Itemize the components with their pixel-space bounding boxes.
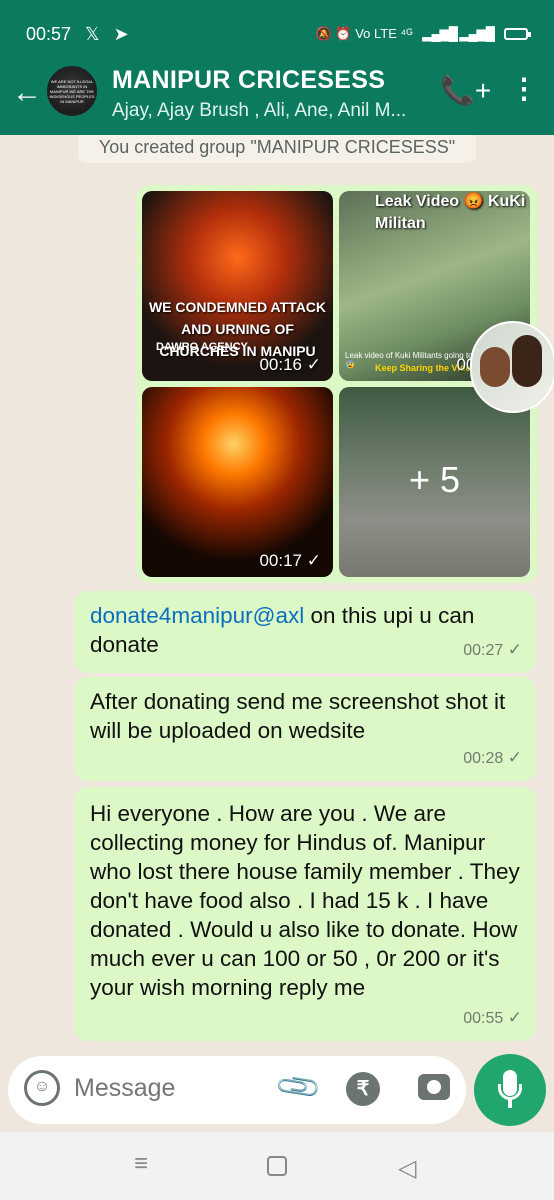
more-media-count: + 5 [408, 459, 461, 500]
signal-icon: ▂▄▆█ ▂▄▆█ [422, 26, 495, 41]
group-title[interactable]: MANIPUR CRICESESS [112, 66, 385, 95]
add-call-icon[interactable]: 📞+ [440, 74, 491, 107]
sent-tick-icon: ✓ [306, 551, 321, 570]
sent-tick-icon: ✓ [507, 1008, 522, 1027]
system-message: You created group "MANIPUR CRICESESS" [78, 135, 476, 163]
sent-tick-icon: ✓ [507, 748, 522, 767]
message-bubble[interactable]: donate4manipur@axl on this upi u can don… [74, 591, 536, 673]
video-brand: DAWRO AGENCY [156, 341, 248, 353]
battery-icon [504, 28, 531, 40]
top-bar: 00:57 𝕏 ➤ 🔕 ⏰ Vo LTE ⁴ᴳ ▂▄▆█ ▂▄▆█ ← WE A… [0, 0, 554, 135]
payment-icon[interactable]: ₹ [346, 1072, 380, 1106]
message-text: After donating send me screenshot shot i… [90, 689, 506, 743]
voice-message-button[interactable] [474, 1054, 546, 1126]
recent-apps-icon[interactable]: ≡ [134, 1152, 154, 1176]
video-duration: 00:17 [259, 551, 303, 570]
group-avatar[interactable]: WE ARE NOT ILLEGAL IMMIGRANTS IN MANIPUR… [47, 66, 97, 116]
profile-photo-overlay [470, 321, 554, 413]
home-icon[interactable] [267, 1156, 287, 1176]
telegram-icon: ➤ [113, 23, 129, 44]
emoji-icon[interactable]: ☺ [24, 1070, 60, 1106]
chat-header: ← WE ARE NOT ILLEGAL IMMIGRANTS IN MANIP… [0, 66, 554, 132]
attach-icon[interactable]: 📎 [273, 1062, 324, 1113]
video-thumbnail[interactable]: 00:17 ✓ [142, 387, 333, 577]
system-nav-bar: ≡ ◁ [0, 1132, 554, 1200]
video-title: Leak Video 😡 KuKi Militan [375, 193, 526, 232]
message-time: 00:55 [463, 1010, 504, 1027]
status-time: 00:57 [26, 23, 72, 44]
upi-link[interactable]: donate4manipur@axl [90, 603, 304, 628]
more-options-icon[interactable]: ⋮ [510, 72, 538, 105]
status-indicators: 🔕 ⏰ Vo LTE ⁴ᴳ [315, 26, 413, 41]
message-input[interactable] [74, 1074, 274, 1103]
x-icon: 𝕏 [85, 23, 100, 44]
message-bubble[interactable]: After donating send me screenshot shot i… [74, 677, 536, 781]
nav-back-icon[interactable]: ◁ [398, 1154, 416, 1183]
camera-icon[interactable] [418, 1074, 450, 1100]
back-arrow-icon[interactable]: ← [12, 76, 42, 110]
message-input-bar[interactable]: ☺ 📎 ₹ [8, 1056, 466, 1124]
message-text: Hi everyone . How are you . We are colle… [90, 801, 520, 1000]
message-bubble[interactable]: Hi everyone . How are you . We are colle… [74, 787, 536, 1041]
more-media-thumbnail[interactable]: + 5 [339, 387, 530, 577]
sent-tick-icon: ✓ [306, 355, 321, 374]
chat-area[interactable]: You created group "MANIPUR CRICESESS" WE… [0, 135, 554, 1065]
message-time: 00:28 [463, 750, 504, 767]
sent-tick-icon: ✓ [507, 640, 522, 659]
message-time: 00:27 [463, 642, 504, 659]
video-thumbnail[interactable]: WE CONDEMNED ATTACK AND URNING OF CHURCH… [142, 191, 333, 381]
group-members[interactable]: Ajay, Ajay Brush , Ali, Ane, Anil M... [112, 100, 406, 122]
video-duration: 00:16 [259, 355, 303, 374]
status-bar: 00:57 𝕏 ➤ 🔕 ⏰ Vo LTE ⁴ᴳ ▂▄▆█ ▂▄▆█ [0, 0, 554, 68]
